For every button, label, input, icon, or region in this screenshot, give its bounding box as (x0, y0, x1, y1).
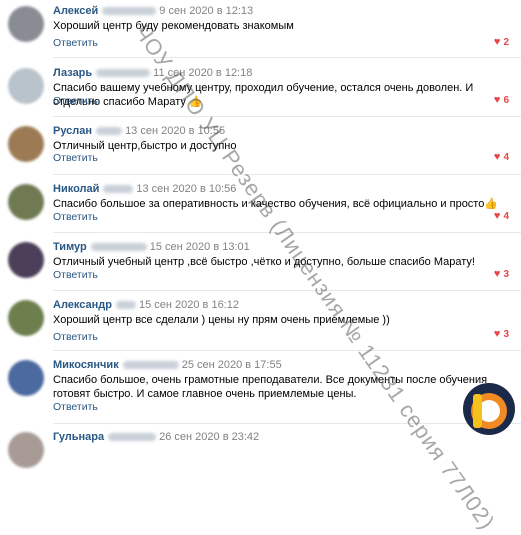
comment-date[interactable]: 15 сен 2020 в 13:01 (150, 241, 250, 253)
comment-item: Тимур 15 сен 2020 в 13:01 Отличный учебны… (0, 238, 521, 294)
divider (53, 350, 521, 351)
like-count: 3 (503, 329, 509, 340)
like-count: 3 (503, 269, 509, 280)
author-name[interactable]: Александр (53, 299, 112, 311)
comment-text: Хороший центр все сделали ) цены ну прям… (53, 314, 390, 326)
author-name[interactable]: Николай (53, 183, 99, 195)
like-count: 6 (503, 95, 509, 106)
blurred-surname (115, 301, 136, 310)
blurred-surname (90, 243, 147, 252)
reply-button[interactable]: Ответить (53, 269, 98, 281)
reply-button[interactable]: Ответить (53, 152, 98, 164)
comment-date[interactable]: 13 сен 2020 в 10:56 (136, 183, 236, 195)
comment-header: Гульнара 26 сен 2020 в 23:42 (53, 430, 259, 444)
comment-item: Алексей 9 сен 2020 в 12:13 Хороший центр … (0, 2, 521, 58)
comment-header: Руслан 13 сен 2020 в 10:55 (53, 124, 225, 138)
author-name[interactable]: Гульнара (53, 431, 104, 443)
divider (53, 232, 521, 233)
comment-text: Отличный центр,быстро и доступно (53, 140, 237, 152)
comment-item: Александр 15 сен 2020 в 16:12 Хороший цен… (0, 296, 521, 352)
blurred-surname (96, 69, 151, 78)
comment-text: Спасибо большое, очень грамотные препода… (53, 374, 488, 400)
avatar[interactable] (8, 300, 44, 336)
comment-text: Спасибо вашему учебному центру, проходил… (53, 82, 474, 108)
comment-header: Тимур 15 сен 2020 в 13:01 (53, 240, 250, 254)
comment-header: Николай 13 сен 2020 в 10:56 (53, 182, 236, 196)
comment-item: Руслан 13 сен 2020 в 10:55 Отличный центр… (0, 122, 521, 178)
like-count: 4 (503, 152, 509, 163)
divider (53, 423, 521, 424)
blurred-surname (103, 185, 134, 194)
like-button[interactable]: ♥ 4 (493, 210, 509, 223)
author-name[interactable]: Микосянчик (53, 359, 119, 371)
reply-button[interactable]: Ответить (53, 331, 98, 343)
heart-icon: ♥ (493, 94, 501, 106)
comment-date[interactable]: 9 сен 2020 в 12:13 (159, 5, 253, 17)
like-count: 2 (503, 37, 509, 48)
avatar[interactable] (8, 242, 44, 278)
divider (53, 116, 521, 117)
blurred-surname (122, 361, 179, 370)
avatar[interactable] (8, 360, 44, 396)
avatar[interactable] (8, 68, 44, 104)
heart-icon: ♥ (493, 151, 501, 163)
reply-button[interactable]: Ответить (53, 211, 98, 223)
avatar[interactable] (8, 126, 44, 162)
comment-date[interactable]: 26 сен 2020 в 23:42 (159, 431, 259, 443)
author-name[interactable]: Тимур (53, 241, 87, 253)
comment-item: Гульнара 26 сен 2020 в 23:42 (0, 428, 521, 468)
divider (53, 290, 521, 291)
blurred-surname (96, 127, 123, 136)
heart-icon: ♥ (493, 210, 501, 222)
comment-text: Спасибо большое за оперативность и качес… (53, 198, 499, 210)
comment-date[interactable]: 15 сен 2020 в 16:12 (139, 299, 239, 311)
reply-button[interactable]: Ответить (53, 37, 98, 49)
comment-header: Алексей 9 сен 2020 в 12:13 (53, 4, 253, 18)
like-button[interactable]: ♥ 4 (493, 151, 509, 164)
avatar[interactable] (8, 184, 44, 220)
comment-item: Николай 13 сен 2020 в 10:56 Спасибо больш… (0, 180, 521, 236)
like-count: 4 (503, 211, 509, 222)
avatar[interactable] (8, 6, 44, 42)
divider (53, 57, 521, 58)
comment-text: Отличный учебный центр ,всё быстро ,чётк… (53, 256, 475, 268)
reply-button[interactable]: Ответить (53, 95, 98, 107)
comment-item: Лазарь 11 сен 2020 в 12:18 Спасибо вашему… (0, 64, 521, 120)
like-button[interactable]: ♥ 6 (493, 94, 509, 107)
avatar[interactable] (8, 432, 44, 468)
reply-button[interactable]: Ответить (53, 401, 98, 413)
comment-header: Лазарь 11 сен 2020 в 12:18 (53, 66, 252, 80)
heart-icon: ♥ (493, 36, 501, 48)
comment-header: Александр 15 сен 2020 в 16:12 (53, 298, 239, 312)
divider (53, 174, 521, 175)
blurred-surname (102, 7, 157, 16)
author-name[interactable]: Алексей (53, 5, 98, 17)
comment-item: Микосянчик 25 сен 2020 в 17:55 Спасибо бо… (0, 356, 521, 422)
author-name[interactable]: Лазарь (53, 67, 92, 79)
comment-text: Хороший центр буду рекомендовать знакомы… (53, 20, 294, 32)
heart-icon: ♥ (493, 268, 501, 280)
like-button[interactable]: ♥ 2 (493, 36, 509, 49)
heart-icon: ♥ (493, 328, 501, 340)
like-button[interactable]: ♥ 3 (493, 268, 509, 281)
comment-header: Микосянчик 25 сен 2020 в 17:55 (53, 358, 282, 372)
like-button[interactable]: ♥ 3 (493, 328, 509, 341)
author-name[interactable]: Руслан (53, 125, 92, 137)
comment-date[interactable]: 25 сен 2020 в 17:55 (182, 359, 282, 371)
comment-date[interactable]: 13 сен 2020 в 10:55 (125, 125, 225, 137)
comment-date[interactable]: 11 сен 2020 в 12:18 (153, 67, 252, 79)
logo-icon (463, 383, 515, 435)
